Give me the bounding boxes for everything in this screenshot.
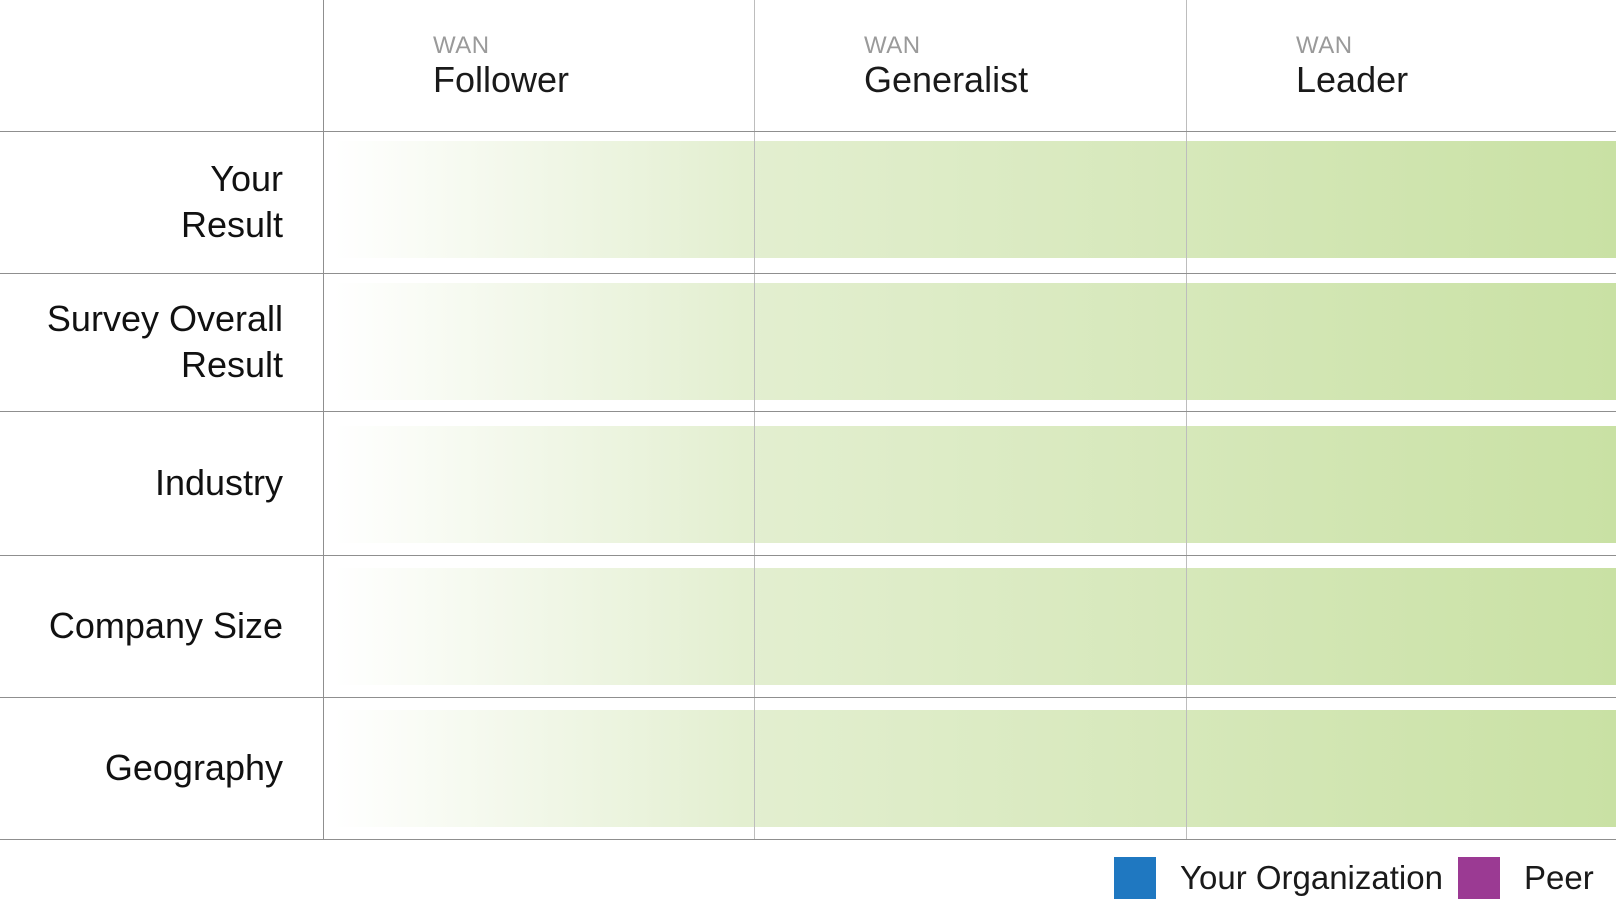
row-label-line: Result (180, 344, 283, 385)
row-label-survey-overall-result: Survey Overall Result (0, 273, 283, 411)
column-divider (323, 0, 324, 839)
column-prefix: WAN (433, 32, 490, 59)
row-divider (0, 839, 1616, 840)
row-label-line: Industry (154, 462, 283, 503)
column-divider (754, 0, 755, 839)
row-label-geography: Geography (0, 697, 283, 839)
row-label-your-result: Your Result (0, 131, 283, 273)
column-header-leader: WAN Leader (1296, 32, 1408, 100)
row-label-company-size: Company Size (0, 555, 283, 697)
column-title: Follower (433, 59, 570, 100)
row-band-industry (334, 426, 1616, 543)
row-band-company-size (334, 568, 1616, 685)
row-label-line: Your (210, 158, 283, 199)
column-prefix: WAN (1296, 32, 1353, 59)
column-prefix: WAN (864, 32, 921, 59)
column-title: Leader (1296, 59, 1409, 100)
column-header-generalist: WAN Generalist (864, 32, 1028, 100)
column-divider (1186, 0, 1187, 839)
legend-swatch-purple (1458, 857, 1500, 899)
row-band-geography (334, 710, 1616, 827)
row-label-line: Company Size (48, 605, 283, 646)
row-label-industry: Industry (0, 411, 283, 555)
legend-item-peer: Peer (1458, 857, 1594, 899)
wan-comparison-grid: WAN Follower WAN Generalist WAN Leader Y… (0, 0, 1616, 908)
row-band-survey-overall (334, 283, 1616, 400)
legend-swatch-blue (1114, 857, 1156, 899)
legend-label: Peer (1524, 859, 1594, 896)
column-title: Generalist (864, 59, 1029, 100)
row-band-your-result (334, 141, 1616, 258)
legend-label: Your Organization (1180, 859, 1443, 896)
legend-item-your-organization: Your Organization (1114, 857, 1443, 899)
row-label-line: Result (180, 204, 283, 245)
column-header-follower: WAN Follower (433, 32, 569, 100)
row-label-line: Geography (104, 747, 283, 788)
row-label-line: Survey Overall (46, 298, 283, 339)
